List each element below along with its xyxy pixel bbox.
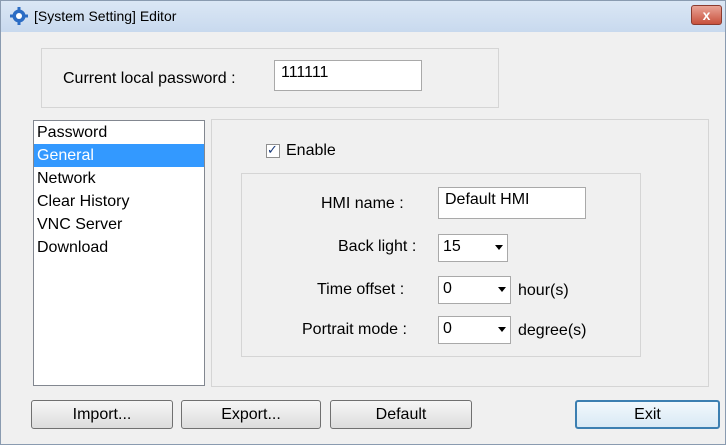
sidebar-item-download[interactable]: Download — [34, 236, 204, 259]
sidebar-item-clear-history[interactable]: Clear History — [34, 190, 204, 213]
hmi-name-label: HMI name : — [321, 195, 404, 212]
sidebar-item-password[interactable]: Password — [34, 121, 204, 144]
chevron-down-icon — [498, 287, 506, 292]
export-button[interactable]: Export... — [181, 400, 321, 429]
back-light-value: 15 — [443, 238, 461, 255]
system-setting-window: [System Setting] Editor x Current local … — [0, 0, 726, 445]
close-icon: x — [702, 7, 711, 23]
portrait-mode-value: 0 — [443, 320, 452, 337]
enable-label[interactable]: Enable — [286, 142, 336, 160]
portrait-mode-select[interactable]: 0 — [438, 316, 511, 344]
portrait-mode-label: Portrait mode : — [302, 321, 407, 338]
time-offset-unit: hour(s) — [518, 282, 569, 299]
current-password-input[interactable]: 111111 — [274, 60, 422, 91]
default-button[interactable]: Default — [330, 400, 472, 429]
time-offset-value: 0 — [443, 280, 452, 297]
title-bar[interactable]: [System Setting] Editor x — [1, 1, 725, 32]
enable-checkbox[interactable] — [266, 142, 280, 158]
back-light-select[interactable]: 15 — [438, 234, 508, 262]
gear-icon — [10, 7, 28, 25]
close-button[interactable]: x — [691, 5, 722, 25]
category-list[interactable]: Password General Network Clear History V… — [33, 120, 205, 386]
hmi-name-input[interactable]: Default HMI — [438, 187, 586, 219]
back-light-label: Back light : — [338, 238, 417, 255]
chevron-down-icon — [498, 327, 506, 332]
sidebar-item-network[interactable]: Network — [34, 167, 204, 190]
exit-button[interactable]: Exit — [575, 400, 720, 429]
time-offset-select[interactable]: 0 — [438, 276, 511, 304]
window-title: [System Setting] Editor — [34, 8, 177, 24]
portrait-mode-unit: degree(s) — [518, 322, 587, 339]
time-offset-label: Time offset : — [317, 281, 405, 298]
import-button[interactable]: Import... — [31, 400, 173, 429]
sidebar-item-vnc-server[interactable]: VNC Server — [34, 213, 204, 236]
current-password-label: Current local password : — [63, 70, 236, 87]
sidebar-item-general[interactable]: General — [34, 144, 204, 167]
chevron-down-icon — [495, 245, 503, 250]
